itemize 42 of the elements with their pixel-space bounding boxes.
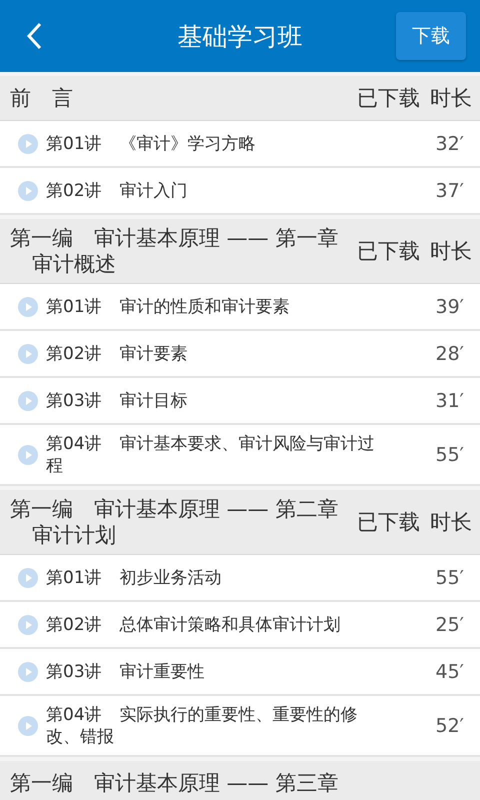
column-heading: 已下载 <box>357 238 420 265</box>
column-heading: 已下载 <box>357 85 420 112</box>
section-title: 第一编 审计基本原理 —— 第三章 <box>10 770 338 796</box>
column-heading: 已下载 <box>357 509 420 536</box>
lecture-duration: 55′ <box>436 444 464 466</box>
play-icon <box>18 181 38 201</box>
lecture-title: 第01讲 初步业务活动 <box>46 567 223 589</box>
lecture-title: 第02讲 审计要素 <box>46 343 189 365</box>
play-icon <box>18 615 38 635</box>
lecture-duration: 31′ <box>436 390 464 412</box>
lecture-duration: 28′ <box>436 343 464 365</box>
play-icon <box>18 445 38 465</box>
section-title: 第一编 审计基本原理 —— 第一章审计概述 <box>10 225 340 277</box>
page-title: 基础学习班 <box>176 20 304 52</box>
lecture-title: 第03讲 审计重要性 <box>46 661 206 683</box>
lecture-duration: 55′ <box>436 567 464 589</box>
play-icon <box>18 568 38 588</box>
lecture-title: 第02讲 审计入门 <box>46 180 189 202</box>
lecture-title: 第01讲 审计的性质和审计要素 <box>46 296 291 318</box>
section-title: 第一编 审计基本原理 —— 第二章审计计划 <box>10 496 340 548</box>
lecture-title: 第03讲 审计目标 <box>46 390 189 412</box>
play-icon <box>18 716 38 736</box>
play-icon <box>18 662 38 682</box>
lecture-title: 第04讲 实际执行的重要性、重要性的修改、错报 <box>46 704 359 748</box>
column-heading: 时长 <box>430 238 472 265</box>
lecture-title: 第04讲 审计基本要求、审计风险与审计过程 <box>46 433 376 477</box>
play-icon <box>18 344 38 364</box>
lecture-duration: 25′ <box>436 614 464 636</box>
lecture-duration: 52′ <box>436 715 464 737</box>
section-title: 前 言 <box>10 85 73 111</box>
column-heading: 时长 <box>430 85 472 112</box>
lecture-title: 第02讲 总体审计策略和具体审计计划 <box>46 614 342 636</box>
lecture-title: 第01讲 《审计》学习方略 <box>46 133 257 155</box>
play-icon <box>18 297 38 317</box>
column-heading: 时长 <box>430 509 472 536</box>
lecture-duration: 37′ <box>436 180 464 202</box>
lecture-duration: 45′ <box>436 661 464 683</box>
download-button[interactable]: 下载 <box>396 12 466 60</box>
lecture-duration: 32′ <box>436 133 464 155</box>
play-icon <box>18 391 38 411</box>
play-icon <box>18 134 38 154</box>
lecture-duration: 39′ <box>436 296 464 318</box>
